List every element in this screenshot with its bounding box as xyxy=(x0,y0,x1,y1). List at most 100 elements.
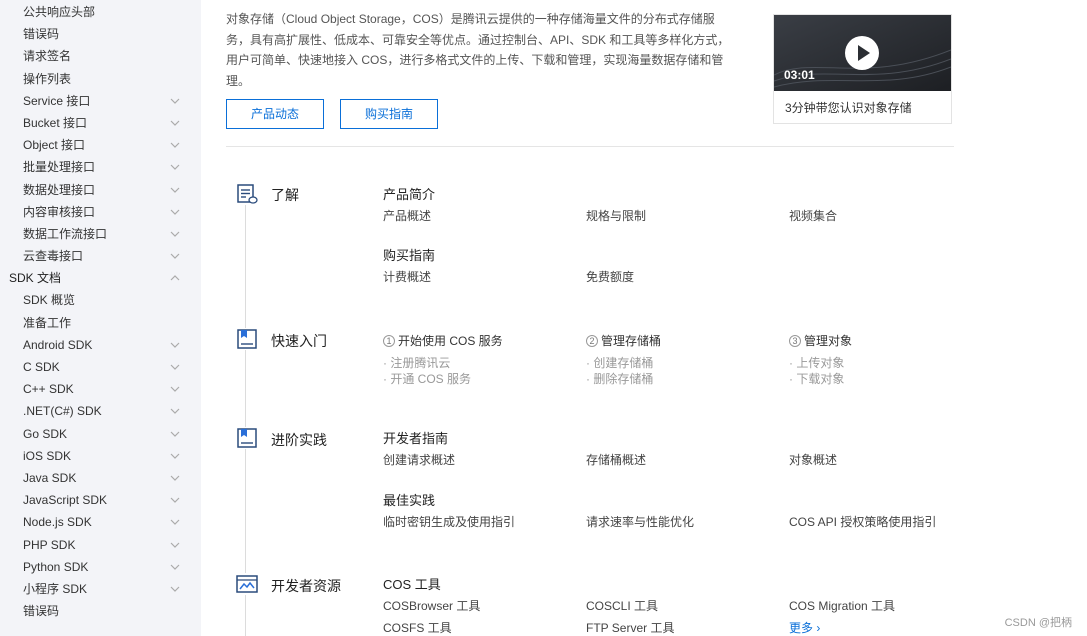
sidebar-item-label: Python SDK xyxy=(23,559,89,574)
step-label: 管理存储桶 xyxy=(601,334,662,348)
chevron-down-icon[interactable] xyxy=(169,556,181,578)
sidebar-item-label: C++ SDK xyxy=(23,382,74,397)
link-ftp-server[interactable]: FTP Server 工具 xyxy=(586,619,674,636)
link-request-overview[interactable]: 创建请求概述 xyxy=(383,451,455,468)
sidebar-item[interactable]: Service 接口 xyxy=(0,90,201,112)
link-cos-migration[interactable]: COS Migration 工具 xyxy=(789,597,895,614)
link-video-collection[interactable]: 视频集合 xyxy=(789,207,837,224)
sidebar-item-label: 云查毒接口 xyxy=(23,249,84,264)
product-news-button[interactable]: 产品动态 xyxy=(226,99,324,129)
link-temp-key[interactable]: 临时密钥生成及使用指引 xyxy=(383,513,515,530)
chevron-down-icon[interactable] xyxy=(169,423,181,445)
chevron-down-icon[interactable] xyxy=(169,134,181,156)
chevron-up-icon[interactable] xyxy=(169,267,181,289)
chevron-down-icon[interactable] xyxy=(169,112,181,134)
sidebar-item-label: C SDK xyxy=(23,360,60,374)
sidebar-item-label: Bucket 接口 xyxy=(23,115,88,130)
link-cosbrowser[interactable]: COSBrowser 工具 xyxy=(383,597,480,614)
link-bucket-overview[interactable]: 存储桶概述 xyxy=(586,451,646,468)
group-title-purchase: 购买指南 xyxy=(383,248,436,263)
sidebar-item-label: 操作列表 xyxy=(23,71,72,86)
video-card[interactable]: 03:01 3分钟带您认识对象存储 xyxy=(773,14,952,124)
sidebar-item[interactable]: Bucket 接口 xyxy=(0,112,201,134)
sidebar-item[interactable]: 小程序 SDK xyxy=(0,578,201,600)
link-request-rate[interactable]: 请求速率与性能优化 xyxy=(586,513,694,530)
bookmark-doc-icon xyxy=(236,328,258,350)
link-specs-limits[interactable]: 规格与限制 xyxy=(586,207,646,224)
chevron-down-icon[interactable] xyxy=(169,223,181,245)
video-caption[interactable]: 3分钟带您认识对象存储 xyxy=(785,99,912,116)
link-enable-cos[interactable]: · 开通 COS 服务 xyxy=(383,370,471,387)
chevron-down-icon[interactable] xyxy=(169,578,181,600)
link-product-overview[interactable]: 产品概述 xyxy=(383,207,431,224)
sidebar-item[interactable]: Object 接口 xyxy=(0,134,201,156)
chevron-down-icon[interactable] xyxy=(169,378,181,400)
sidebar-item[interactable]: 数据工作流接口 xyxy=(0,223,201,245)
sidebar-item-label: 准备工作 xyxy=(23,315,72,330)
chevron-down-icon[interactable] xyxy=(169,511,181,533)
link-cosfs[interactable]: COSFS 工具 xyxy=(383,619,452,636)
chevron-down-icon[interactable] xyxy=(169,201,181,223)
chevron-down-icon[interactable] xyxy=(169,445,181,467)
document-cloud-icon xyxy=(236,183,258,205)
step-start-cos[interactable]: 1 开始使用 COS 服务 xyxy=(383,332,503,349)
chevron-down-icon[interactable] xyxy=(169,156,181,178)
sidebar-item[interactable]: 内容审核接口 xyxy=(0,201,201,223)
chevron-down-icon[interactable] xyxy=(169,90,181,112)
more-link[interactable]: 更多 › xyxy=(789,619,820,636)
sidebar-item[interactable]: iOS SDK xyxy=(0,445,201,467)
sidebar-item[interactable]: SDK 概览 xyxy=(0,289,201,311)
intro-text: 对象存储（Cloud Object Storage，COS）是腾讯云提供的一种存… xyxy=(226,12,730,88)
sidebar-item[interactable]: 数据处理接口 xyxy=(0,179,201,201)
chevron-down-icon[interactable] xyxy=(169,356,181,378)
sidebar-item[interactable]: Node.js SDK xyxy=(0,511,201,533)
chevron-down-icon[interactable] xyxy=(169,334,181,356)
sidebar-item[interactable]: Python SDK xyxy=(0,556,201,578)
chevron-down-icon[interactable] xyxy=(169,179,181,201)
sidebar-item[interactable]: 云查毒接口 xyxy=(0,245,201,267)
sidebar-item[interactable]: 公共响应头部 xyxy=(0,1,201,23)
sidebar-item[interactable]: Go SDK xyxy=(0,423,201,445)
sidebar-item-label: 公共响应头部 xyxy=(23,5,96,19)
link-register[interactable]: · 注册腾讯云 xyxy=(383,354,450,371)
sidebar-item[interactable]: PHP SDK xyxy=(0,534,201,556)
sidebar-item[interactable]: SDK 文档 xyxy=(0,267,201,289)
link-coscli[interactable]: COSCLI 工具 xyxy=(586,597,658,614)
sidebar-item-label: iOS SDK xyxy=(23,448,72,463)
step-number: 3 xyxy=(789,334,801,347)
purchase-guide-button[interactable]: 购买指南 xyxy=(340,99,438,129)
sidebar-item[interactable]: 操作列表 xyxy=(0,68,201,90)
link-free-quota[interactable]: 免费额度 xyxy=(586,268,634,285)
sidebar-item[interactable]: C++ SDK xyxy=(0,378,201,400)
link-object-overview[interactable]: 对象概述 xyxy=(789,451,837,468)
sidebar-item[interactable]: .NET(C#) SDK xyxy=(0,400,201,422)
sidebar-item[interactable]: 准备工作 xyxy=(0,312,201,334)
chevron-down-icon[interactable] xyxy=(169,467,181,489)
chevron-down-icon[interactable] xyxy=(169,489,181,511)
sidebar-item-label: Android SDK xyxy=(23,337,93,352)
link-billing-overview[interactable]: 计费概述 xyxy=(383,268,431,285)
sidebar-item[interactable]: JavaScript SDK xyxy=(0,489,201,511)
sidebar-item[interactable]: 请求签名 xyxy=(0,45,201,67)
sidebar-item[interactable]: Android SDK xyxy=(0,334,201,356)
step-number: 2 xyxy=(586,334,598,347)
link-create-bucket[interactable]: · 创建存储桶 xyxy=(586,354,653,371)
step-manage-object[interactable]: 3 管理对象 xyxy=(789,332,852,349)
link-upload-object[interactable]: · 上传对象 xyxy=(789,354,844,371)
divider xyxy=(226,146,954,147)
video-thumbnail[interactable]: 03:01 xyxy=(774,15,951,91)
chevron-down-icon[interactable] xyxy=(169,400,181,422)
link-download-object[interactable]: · 下载对象 xyxy=(789,370,844,387)
sidebar-item[interactable]: C SDK xyxy=(0,356,201,378)
play-icon[interactable] xyxy=(844,35,880,71)
sidebar-item[interactable]: Java SDK xyxy=(0,467,201,489)
step-manage-bucket[interactable]: 2 管理存储桶 xyxy=(586,332,661,349)
link-delete-bucket[interactable]: · 删除存储桶 xyxy=(586,370,653,387)
sidebar-item[interactable]: 错误码 xyxy=(0,23,201,45)
chevron-down-icon[interactable] xyxy=(169,245,181,267)
sidebar-item[interactable]: 错误码 xyxy=(0,600,201,622)
link-api-policy[interactable]: COS API 授权策略使用指引 xyxy=(789,513,936,530)
chevron-down-icon[interactable] xyxy=(169,534,181,556)
sidebar-item[interactable]: 批量处理接口 xyxy=(0,156,201,178)
sidebar-item-label: Java SDK xyxy=(23,470,77,485)
